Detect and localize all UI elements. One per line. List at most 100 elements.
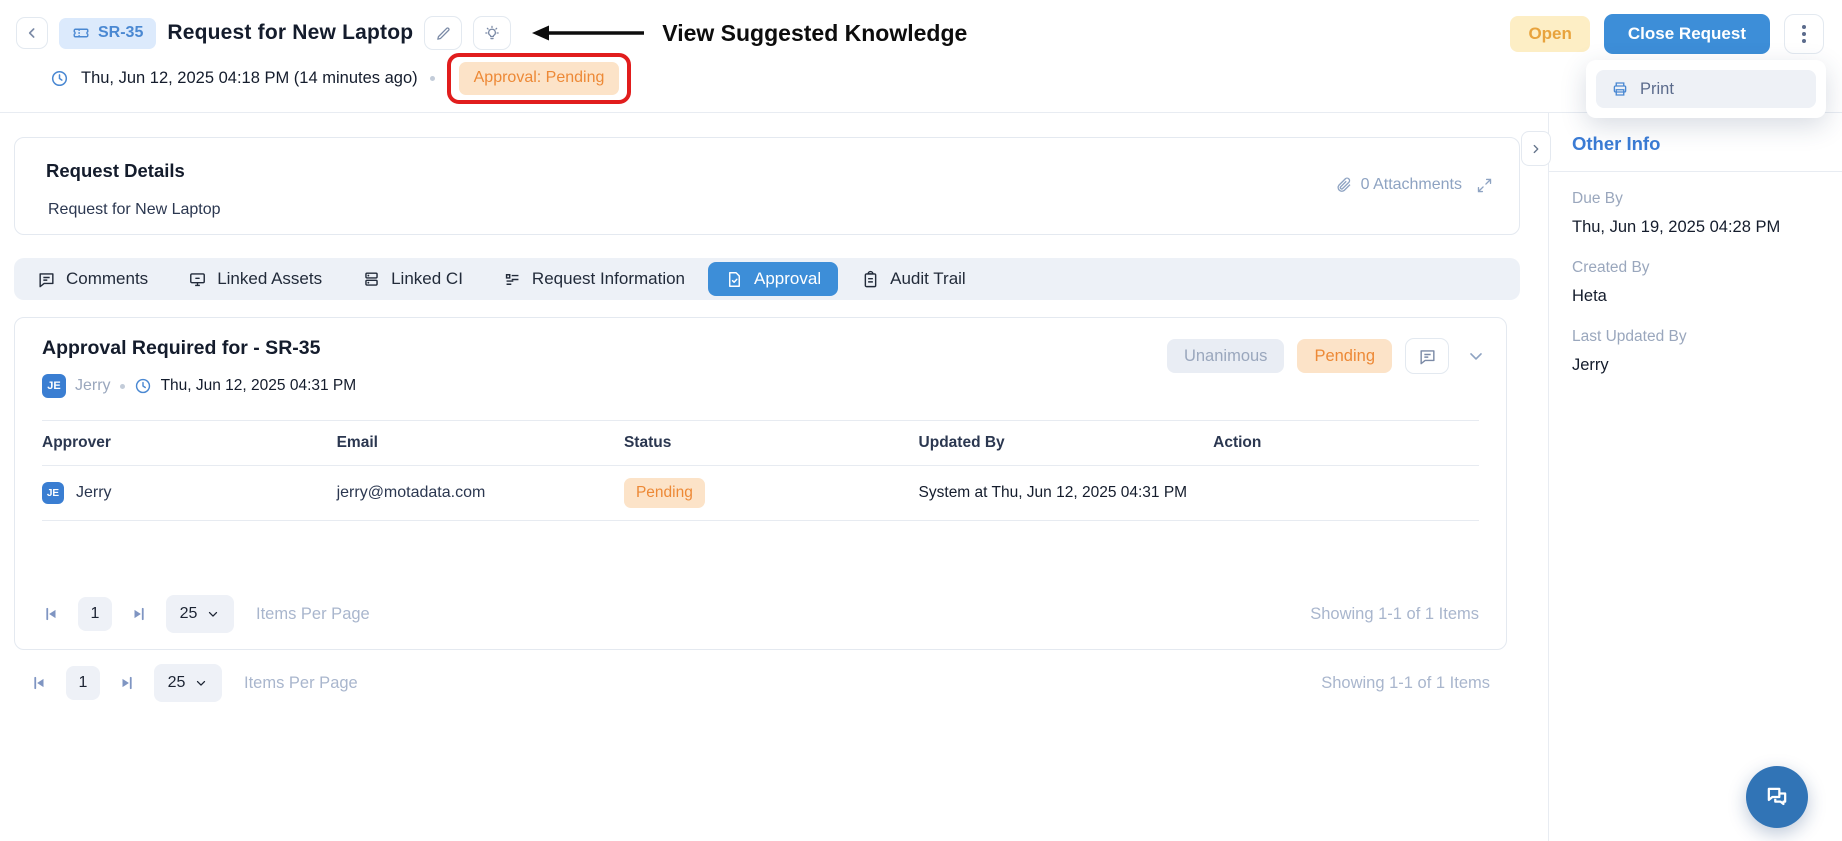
col-email: Email [337, 434, 624, 452]
ticket-id-label: SR-35 [98, 24, 143, 42]
avatar: JE [42, 374, 66, 398]
showing-items-text: Showing 1-1 of 1 Items [1321, 674, 1490, 693]
edit-title-button[interactable] [424, 16, 462, 50]
monitor-link-icon [188, 270, 207, 289]
printer-icon [1611, 80, 1629, 98]
created-by-label: Created By [1572, 259, 1842, 277]
approval-status-pill: Pending [1297, 339, 1392, 373]
divider [1549, 171, 1842, 172]
table-row: JE Jerry jerry@motadata.com Pending Syst… [42, 466, 1479, 521]
more-actions-button[interactable] [1784, 14, 1824, 54]
suggested-knowledge-button[interactable] [473, 16, 511, 50]
last-updated-by-label: Last Updated By [1572, 328, 1842, 346]
collapse-approval-button[interactable] [1466, 346, 1486, 366]
items-per-page-value: 25 [168, 674, 186, 692]
items-per-page-select[interactable]: 25 [166, 595, 234, 633]
tab-audit-trail-label: Audit Trail [890, 269, 966, 289]
approval-heading: Approval Required for - SR-35 [42, 337, 320, 360]
decision-mode-badge: Unanimous [1167, 339, 1284, 373]
page-pagination: 1 25 Items Per Page Showing 1-1 of 1 Ite… [30, 664, 1490, 702]
avatar: JE [42, 482, 64, 504]
ticket-icon [72, 24, 90, 42]
last-page-button[interactable] [130, 605, 148, 623]
approval-comment-button[interactable] [1405, 338, 1449, 374]
tab-approval[interactable]: Approval [708, 262, 838, 296]
back-button[interactable] [16, 17, 48, 49]
chat-fab-button[interactable] [1746, 766, 1808, 828]
tab-request-information[interactable]: Request Information [486, 262, 702, 296]
due-by-label: Due By [1572, 190, 1842, 208]
page-title: Request for New Laptop [167, 21, 413, 45]
last-page-button[interactable] [118, 674, 136, 692]
approval-card: Approval Required for - SR-35 JE Jerry T… [14, 317, 1507, 650]
tab-linked-assets[interactable]: Linked Assets [171, 262, 339, 296]
items-per-page-label: Items Per Page [256, 605, 370, 624]
approval-timestamp: Thu, Jun 12, 2025 04:31 PM [161, 377, 357, 395]
items-per-page-value: 25 [180, 605, 198, 623]
row-status-badge: Pending [624, 478, 705, 508]
tab-audit-trail[interactable]: Audit Trail [844, 262, 983, 296]
server-link-icon [362, 270, 381, 289]
kebab-icon [1802, 25, 1806, 43]
attachments-count: 0 Attachments [1361, 176, 1462, 194]
expand-icon[interactable] [1476, 177, 1493, 194]
clock-icon [134, 377, 152, 395]
page-number-button[interactable]: 1 [78, 597, 112, 631]
other-info-panel: Other Info Due By Thu, Jun 19, 2025 04:2… [1548, 113, 1842, 841]
tab-request-information-label: Request Information [532, 269, 685, 289]
request-description: Request for New Laptop [48, 201, 221, 219]
chevron-down-icon [206, 607, 220, 621]
request-detail-page: SR-35 Request for New Laptop View Sugges… [0, 0, 1842, 841]
table-header-row: Approver Email Status Updated By Action [42, 420, 1479, 466]
attachments-button[interactable]: 0 Attachments [1335, 176, 1462, 194]
list-icon [503, 270, 522, 289]
chat-bubbles-icon [1763, 783, 1791, 811]
tab-linked-ci[interactable]: Linked CI [345, 262, 480, 296]
sidebar-collapse-button[interactable] [1521, 131, 1551, 166]
clipboard-icon [861, 270, 880, 289]
tab-comments[interactable]: Comments [20, 262, 165, 296]
annotation-red-box: Approval: Pending [447, 53, 632, 104]
request-details-title: Request Details [46, 160, 185, 182]
col-action: Action [1213, 434, 1479, 452]
due-by-value: Thu, Jun 19, 2025 04:28 PM [1572, 218, 1842, 237]
tab-comments-label: Comments [66, 269, 148, 289]
col-approver: Approver [42, 434, 337, 452]
detail-tabbar: Comments Linked Assets Linked CI Request… [14, 258, 1520, 300]
menu-item-print-label: Print [1640, 80, 1674, 99]
actions-dropdown: Print [1586, 60, 1826, 118]
items-per-page-select[interactable]: 25 [154, 664, 222, 702]
ticket-id-badge: SR-35 [59, 18, 156, 49]
paperclip-icon [1335, 176, 1353, 194]
approvers-table: Approver Email Status Updated By Action … [42, 420, 1479, 521]
chevron-right-icon [1529, 142, 1543, 156]
menu-item-print[interactable]: Print [1596, 70, 1816, 108]
dot-separator [430, 76, 435, 81]
first-page-button[interactable] [30, 674, 48, 692]
close-request-button[interactable]: Close Request [1604, 14, 1770, 54]
annotation-arrow: View Suggested Knowledge [530, 20, 967, 47]
page-header: SR-35 Request for New Laptop View Sugges… [0, 0, 1842, 113]
chevron-down-icon [194, 676, 208, 690]
comment-icon [37, 270, 56, 289]
created-timestamp: Thu, Jun 12, 2025 04:18 PM (14 minutes a… [81, 69, 418, 88]
approval-owner-name: Jerry [75, 377, 111, 395]
lightbulb-icon [483, 24, 501, 42]
document-check-icon [725, 270, 744, 289]
tab-linked-assets-label: Linked Assets [217, 269, 322, 289]
chevron-left-icon [24, 25, 40, 41]
page-number-button[interactable]: 1 [66, 666, 100, 700]
arrow-left-icon [530, 25, 646, 41]
approver-email: jerry@motadata.com [337, 484, 624, 502]
annotation-label: View Suggested Knowledge [662, 20, 967, 47]
first-page-button[interactable] [42, 605, 60, 623]
col-status: Status [624, 434, 919, 452]
other-info-title: Other Info [1572, 133, 1842, 171]
last-updated-by-value: Jerry [1572, 356, 1842, 375]
comment-icon [1418, 347, 1437, 366]
col-updated-by: Updated By [919, 434, 1214, 452]
tab-linked-ci-label: Linked CI [391, 269, 463, 289]
items-per-page-label: Items Per Page [244, 674, 358, 693]
request-details-card: Request Details Request for New Laptop 0… [14, 137, 1520, 235]
approval-status-badge: Approval: Pending [459, 62, 620, 95]
